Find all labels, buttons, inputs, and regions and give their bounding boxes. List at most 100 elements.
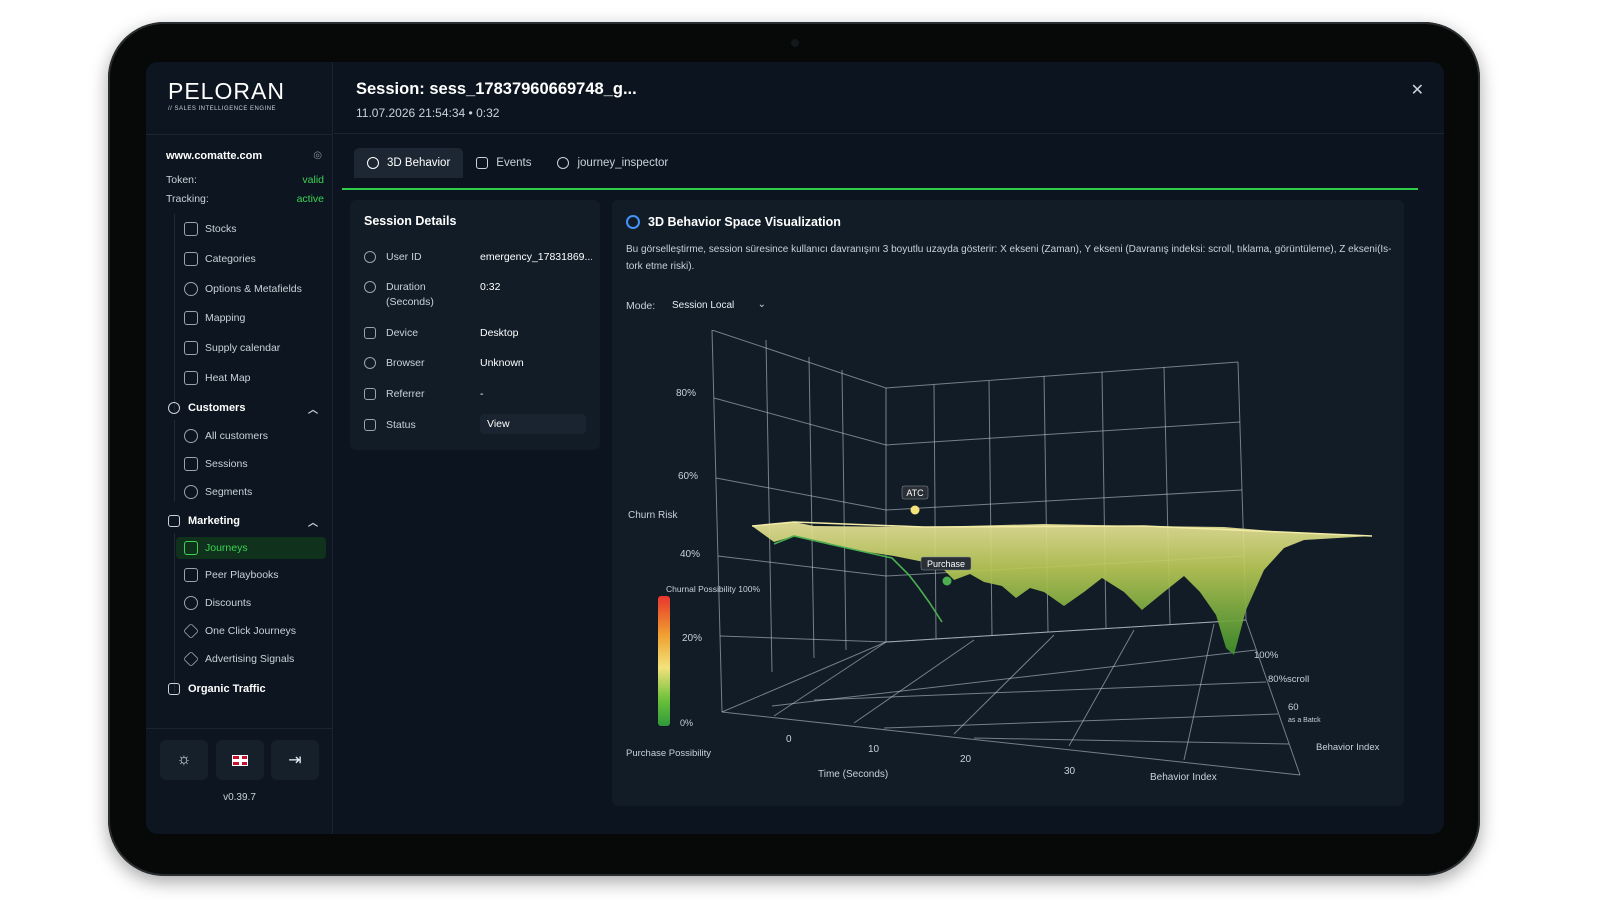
sidebar-item-label: Segments <box>205 486 253 498</box>
nav-group-customers[interactable]: Customers ︿ <box>168 398 318 418</box>
brand-name: PELORAN <box>168 78 285 104</box>
detail-label: Referrer <box>386 388 425 400</box>
sidebar-item-label: All customers <box>205 430 269 442</box>
atc-marker[interactable] <box>910 505 920 515</box>
grid-icon <box>184 252 198 266</box>
camera <box>791 39 799 47</box>
sidebar-item-label: Stocks <box>205 223 237 235</box>
sidebar-item-stocks[interactable]: Stocks <box>176 218 326 240</box>
y-axis-label: Behavior Index <box>1150 772 1217 783</box>
grid-line <box>715 477 1243 511</box>
close-icon[interactable]: ✕ <box>1411 80 1424 100</box>
x-tick-label: 20 <box>960 754 972 765</box>
sidebar-item-journeys[interactable]: Journeys <box>176 537 326 559</box>
chevron-up-icon[interactable]: ︿ <box>308 514 318 529</box>
card-title: 3D Behavior Space Visualization <box>648 215 841 229</box>
detail-label: User ID <box>386 251 422 263</box>
app-version: v0.39.7 <box>223 792 256 803</box>
detail-value: emergency_17831869... <box>480 251 592 263</box>
nav-group-marketing[interactable]: Marketing ︿ <box>168 511 318 531</box>
grid-line <box>841 369 847 651</box>
grid-line <box>853 639 975 724</box>
grid-line <box>719 619 1247 643</box>
megaphone-icon <box>168 515 180 527</box>
purchase-marker[interactable] <box>942 576 952 586</box>
session-details-card: Session Details User ID emergency_1783186… <box>350 200 600 450</box>
page-title: Session: sess_17837960669748_g... <box>356 80 637 98</box>
tab-events[interactable]: Events <box>463 148 544 178</box>
view-status-button[interactable]: View <box>480 414 586 434</box>
sidebar-item-sessions[interactable]: Sessions <box>176 453 326 475</box>
brand-logo[interactable]: PELORAN // SALES INTELLIGENCE ENGINE <box>168 78 285 112</box>
sidebar-item-discounts[interactable]: Discounts <box>176 592 326 614</box>
tablet-frame: PELORAN // SALES INTELLIGENCE ENGINE www… <box>108 22 1480 876</box>
sidebar-item-options[interactable]: Options & Metafields <box>176 278 326 300</box>
chevron-down-icon: ⌄ <box>757 299 766 310</box>
tab-label: 3D Behavior <box>387 157 451 169</box>
token-label: Token: <box>166 174 197 186</box>
y-tick-label: 80%scroll <box>1268 674 1309 685</box>
map-icon <box>184 311 198 325</box>
sidebar-item-segments[interactable]: Segments <box>176 481 326 503</box>
tab-underline <box>342 188 1418 190</box>
logout-button[interactable]: ⇥ <box>271 740 319 780</box>
x-tick-label: 10 <box>868 744 880 755</box>
gear-icon <box>184 282 198 296</box>
x-tick-label: 30 <box>1064 766 1076 777</box>
chevron-up-icon[interactable]: ︿ <box>308 401 318 416</box>
z-tick-label: 80% <box>676 388 696 399</box>
detail-label: Device <box>386 327 419 339</box>
monitor-icon <box>364 327 376 339</box>
grid-line <box>713 397 1241 446</box>
sidebar-item-all-customers[interactable]: All customers <box>176 425 326 447</box>
grid-icon <box>184 222 198 236</box>
calendar-icon <box>476 157 489 169</box>
nav-group-organic-traffic[interactable]: Organic Traffic <box>168 679 318 699</box>
search-icon <box>557 157 570 169</box>
mode-select[interactable]: Session Local ⌄ <box>672 296 772 316</box>
globe-icon <box>364 357 376 369</box>
detail-label: Duration (Seconds) <box>386 281 434 308</box>
behavior-3d-plot[interactable]: ATC Purchase 80% 60% 40% 20% Churn Risk … <box>624 329 1396 800</box>
cube-icon <box>367 157 379 169</box>
atc-label: ATC <box>906 488 924 498</box>
session-meta: 11.07.2026 21:54:34 • 0:32 <box>356 106 500 120</box>
nav-group-label: Marketing <box>188 515 240 527</box>
sidebar-item-mapping[interactable]: Mapping <box>176 307 326 329</box>
sidebar-item-one-click-journeys[interactable]: One Click Journeys <box>176 620 326 642</box>
sidebar-item-advertising-signals[interactable]: Advertising Signals <box>176 648 326 670</box>
detail-label: Status <box>386 419 416 431</box>
grid-line <box>808 356 815 659</box>
language-button[interactable] <box>216 740 264 780</box>
cart-icon <box>184 457 198 471</box>
cart-icon <box>364 419 376 431</box>
z-tick-label: 60% <box>678 471 698 482</box>
color-scale-bottom-label: 0% <box>680 718 693 728</box>
grid-line <box>1245 619 1301 776</box>
site-selector[interactable]: www.comatte.com ◎ <box>166 150 324 162</box>
grid-line <box>771 649 1257 707</box>
session-header: Session: sess_17837960669748_g... 11.07.… <box>334 62 1444 134</box>
tab-journey-inspector[interactable]: journey_inspector <box>544 148 681 178</box>
sidebar-item-heat-map[interactable]: Heat Map <box>176 367 326 389</box>
y-tick-label: 100% <box>1254 650 1279 661</box>
sidebar-item-label: Peer Playbooks <box>205 569 279 581</box>
theme-toggle-button[interactable]: ☼ <box>160 740 208 780</box>
sidebar-item-peer-playbooks[interactable]: Peer Playbooks <box>176 564 326 586</box>
sidebar-item-label: Advertising Signals <box>205 653 295 665</box>
globe-icon <box>168 683 180 695</box>
plot-svg[interactable]: ATC Purchase 80% 60% 40% 20% Churn Risk … <box>624 329 1396 800</box>
sidebar-item-label: Options & Metafields <box>205 283 302 295</box>
grid-line <box>711 329 1239 389</box>
tab-label: journey_inspector <box>577 157 669 169</box>
diamond-icon <box>183 623 199 639</box>
eye-icon[interactable]: ◎ <box>313 150 322 161</box>
heatmap-icon <box>184 371 198 385</box>
tab-3d-behavior[interactable]: 3D Behavior <box>354 148 464 178</box>
y-axis-ticks: 100% 80%scroll 60 as a Batck Behavior In… <box>1254 650 1380 753</box>
behavior-viz-card: 3D Behavior Space Visualization Bu görse… <box>612 200 1404 806</box>
mode-label: Mode: <box>626 300 656 312</box>
sidebar-item-supply-calendar[interactable]: Supply calendar <box>176 337 326 359</box>
sidebar-item-categories[interactable]: Categories <box>176 248 326 270</box>
nav-group-label: Organic Traffic <box>188 683 266 695</box>
